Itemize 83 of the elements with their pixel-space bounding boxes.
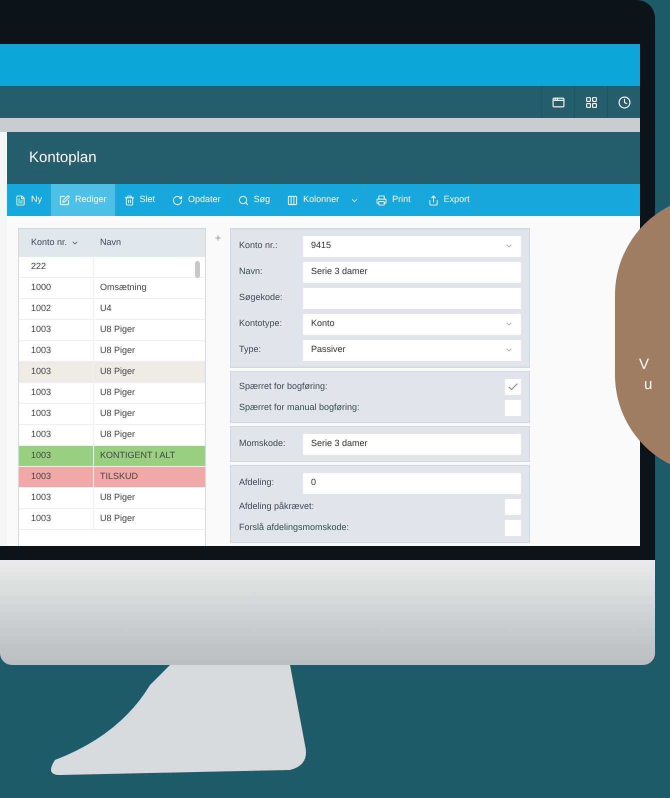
table-row[interactable]: 222 bbox=[19, 257, 205, 278]
checkbox-label: Afdeling påkrævet: bbox=[239, 500, 314, 513]
table-cell-text: U8 Piger bbox=[99, 365, 136, 378]
table-cell: 1003 bbox=[19, 404, 94, 424]
trash-icon bbox=[124, 194, 135, 206]
table-row[interactable]: 1003 KONTIGENT I ALT bbox=[19, 446, 205, 467]
promo-text: u bbox=[644, 375, 652, 395]
table-row[interactable]: 1003 U8 Piger bbox=[19, 404, 205, 425]
table-row[interactable]: 1003 U8 Piger bbox=[19, 425, 205, 446]
select-field[interactable]: Konto bbox=[303, 314, 521, 334]
table-cell: 1000 bbox=[19, 278, 94, 298]
table-cell: 1003 bbox=[19, 467, 94, 487]
table-row[interactable]: 1003 U8 Piger bbox=[19, 509, 205, 530]
print-icon bbox=[376, 194, 388, 206]
table-row[interactable]: 1002 U4 bbox=[19, 299, 205, 320]
field-label: Søgekode: bbox=[239, 291, 284, 304]
table-row[interactable]: 1003 U8 Piger bbox=[19, 488, 205, 509]
table-cell-text: U8 Piger bbox=[99, 491, 136, 504]
search-icon bbox=[238, 194, 249, 206]
page-title: Kontoplan bbox=[29, 148, 97, 168]
refresh-icon bbox=[172, 194, 184, 206]
table-cell-text: U8 Piger bbox=[99, 386, 136, 400]
checkbox-label: Forslå afdelingsmomskode: bbox=[239, 520, 350, 534]
table-cell-text: U4 bbox=[99, 302, 112, 316]
table-cell: 1003 bbox=[19, 383, 94, 403]
table-cell-text: Omsætning bbox=[99, 281, 147, 294]
column-header[interactable]: Navn bbox=[94, 236, 122, 250]
select-field[interactable]: Passiver bbox=[303, 340, 521, 360]
add-icon[interactable] bbox=[214, 234, 222, 242]
input-field[interactable]: 0 bbox=[303, 472, 521, 494]
table-cell: 1003 bbox=[19, 425, 94, 445]
table-cell: 222 bbox=[19, 257, 94, 277]
input-field[interactable]: Serie 3 damer bbox=[303, 434, 521, 454]
table-cell: 1003 bbox=[19, 362, 94, 382]
table-cell: 1003 bbox=[19, 320, 94, 340]
checkbox[interactable] bbox=[505, 498, 521, 514]
table-cell-text: TILSKUD bbox=[99, 470, 138, 484]
checkbox-label: Spærret for bogføring: bbox=[239, 380, 328, 393]
caret-icon bbox=[505, 346, 513, 354]
table-cell-text: U8 Piger bbox=[99, 344, 136, 358]
grid-icon[interactable] bbox=[584, 96, 598, 108]
input-field[interactable]: Serie 3 damer bbox=[303, 262, 521, 282]
checkbox[interactable] bbox=[505, 400, 521, 416]
columns-icon bbox=[287, 194, 298, 206]
select-field[interactable]: 9415 bbox=[303, 236, 521, 256]
field-label: Afdeling: bbox=[239, 476, 276, 490]
table-cell: 1003 bbox=[19, 509, 94, 529]
table-row[interactable]: 1003 U8 Piger bbox=[19, 320, 205, 341]
checkbox[interactable] bbox=[505, 520, 521, 536]
table-row[interactable]: 1003 U8 Piger bbox=[19, 383, 205, 404]
edit-icon bbox=[59, 194, 70, 206]
field-label: Konto nr.: bbox=[239, 239, 279, 252]
checkbox-label: Spærret for manual bogføring: bbox=[239, 400, 360, 414]
check-icon bbox=[507, 380, 519, 392]
table-cell: 1002 bbox=[19, 299, 94, 319]
input-field[interactable] bbox=[303, 288, 521, 308]
table-cell: 1003 bbox=[19, 488, 94, 508]
caret-icon bbox=[505, 320, 513, 328]
field-label: Type: bbox=[239, 343, 262, 356]
table-cell-text: U8 Piger bbox=[99, 428, 136, 442]
promo-text: V bbox=[639, 355, 650, 375]
table-cell: 1003 bbox=[19, 446, 94, 466]
table-row[interactable]: 1003 U8 Piger bbox=[19, 362, 205, 383]
table-row[interactable]: 1003 U8 Piger bbox=[19, 341, 205, 362]
column-header[interactable]: Konto nr. bbox=[19, 236, 94, 250]
table-cell-text: U8 Piger bbox=[99, 323, 136, 336]
new-icon bbox=[15, 194, 26, 206]
table-cell-text: U8 Piger bbox=[99, 512, 136, 526]
field-label: Momskode: bbox=[239, 437, 287, 450]
clock-icon[interactable] bbox=[618, 96, 630, 108]
scrollbar[interactable] bbox=[195, 261, 200, 278]
table-cell-text: KONTIGENT I ALT bbox=[99, 449, 176, 462]
checkbox[interactable] bbox=[505, 378, 521, 394]
export-icon bbox=[428, 194, 439, 206]
field-label: Kontotype: bbox=[239, 317, 284, 330]
table-row[interactable]: 1000 Omsætning bbox=[19, 278, 205, 299]
table-row[interactable]: 1003 TILSKUD bbox=[19, 467, 205, 488]
table-cell: 1003 bbox=[19, 341, 94, 361]
field-label: Navn: bbox=[239, 265, 264, 278]
table-cell-text: U8 Piger bbox=[99, 407, 136, 420]
window-icon[interactable] bbox=[552, 96, 564, 108]
sort-icon bbox=[71, 239, 80, 247]
caret-icon bbox=[505, 242, 513, 250]
